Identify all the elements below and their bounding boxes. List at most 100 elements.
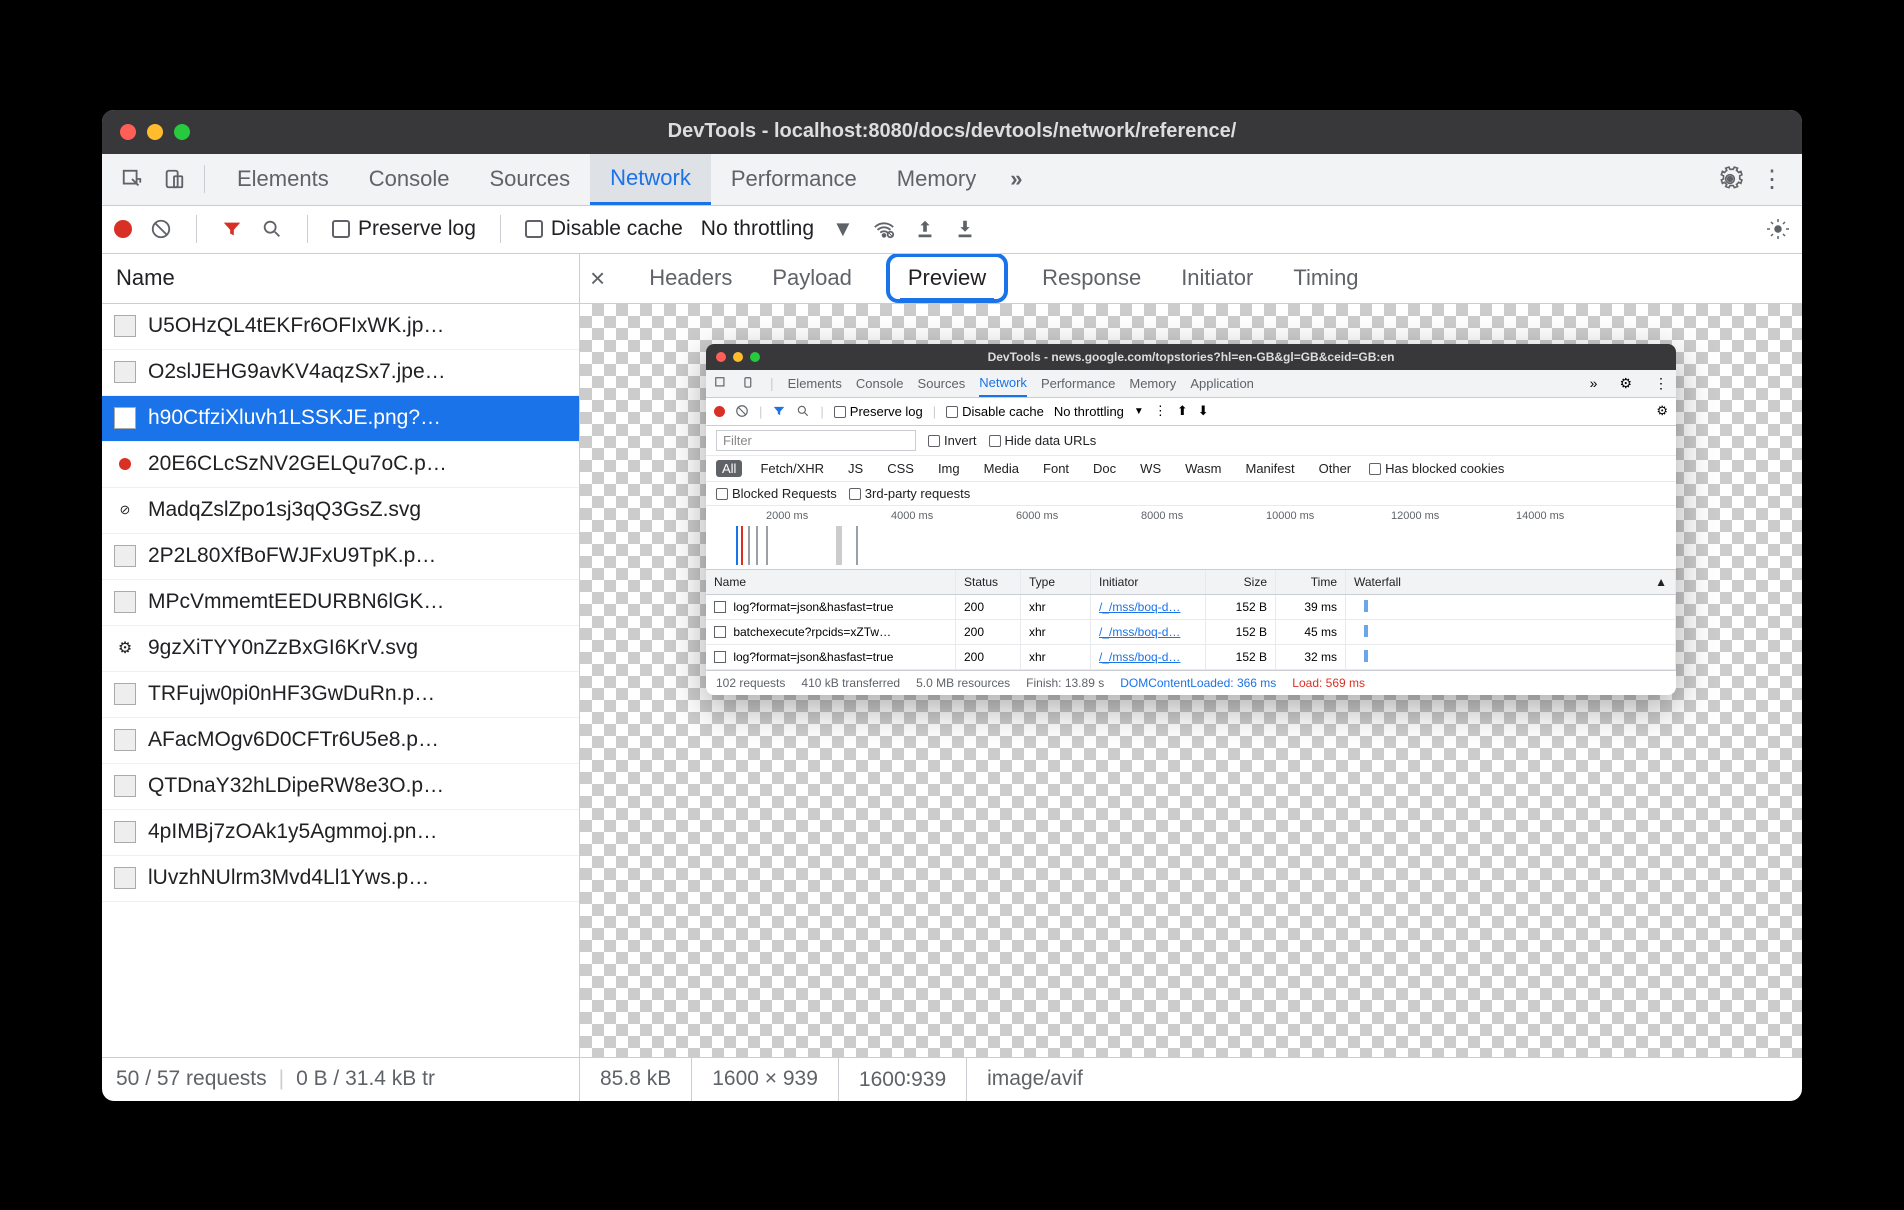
inner-tab-performance: Performance [1041, 369, 1115, 397]
inner-tab-sources: Sources [918, 369, 966, 397]
filter-type-all: All [716, 460, 742, 477]
inner-filter-icon [772, 404, 786, 418]
request-row[interactable]: ⊘MadqZslZpo1sj3qQ3GsZ.svg [102, 488, 579, 534]
name-column-header[interactable]: Name [102, 254, 579, 304]
close-detail-icon[interactable]: × [590, 263, 605, 294]
request-row[interactable]: h90CtfziXluvh1LSSKJE.png?… [102, 396, 579, 442]
inner-filter-input: Filter [716, 430, 916, 451]
detail-tab-payload[interactable]: Payload [766, 254, 858, 304]
panel-tabs: ElementsConsoleSourcesNetworkPerformance… [217, 153, 996, 205]
inner-disable-cache: Disable cache [946, 404, 1044, 419]
detail-tab-timing[interactable]: Timing [1287, 254, 1364, 304]
detail-tab-initiator[interactable]: Initiator [1175, 254, 1259, 304]
throttling-dropdown-icon[interactable]: ▼ [832, 216, 854, 242]
inner-summary-load: Load: 569 ms [1292, 676, 1365, 690]
inner-summary-finish: Finish: 13.89 s [1026, 676, 1104, 690]
preserve-log-checkbox[interactable]: Preserve log [332, 217, 476, 241]
main-body: Name U5OHzQL4tEKFr6OFIxWK.jp…O2slJEHG9av… [102, 254, 1802, 1057]
inner-search-icon [796, 404, 810, 418]
devtools-window: DevTools - localhost:8080/docs/devtools/… [102, 110, 1802, 1101]
request-list-panel: Name U5OHzQL4tEKFr6OFIxWK.jp…O2slJEHG9av… [102, 254, 580, 1057]
more-tabs-icon[interactable]: » [1002, 153, 1030, 205]
detail-tab-response[interactable]: Response [1036, 254, 1147, 304]
tab-performance[interactable]: Performance [711, 153, 877, 205]
file-type-icon [114, 867, 136, 889]
settings-gear-icon[interactable] [1712, 161, 1748, 197]
inner-col-status: Status [956, 570, 1021, 594]
inner-request-row: batchexecute?rpcids=xZTw…200xhr/_/mss/bo… [706, 620, 1676, 645]
throttling-select[interactable]: No throttling [701, 217, 814, 241]
filter-type-css: CSS [881, 460, 920, 477]
filter-type-img: Img [932, 460, 966, 477]
waterfall-tick: 4000 ms [891, 510, 933, 522]
filter-type-js: JS [842, 460, 869, 477]
request-row[interactable]: lUvzhNUlrm3Mvd4Ll1Yws.p… [102, 856, 579, 902]
titlebar: DevTools - localhost:8080/docs/devtools/… [102, 110, 1802, 154]
network-conditions-icon[interactable] [872, 218, 896, 240]
close-window-icon[interactable] [120, 124, 136, 140]
inner-col-name: Name [706, 570, 956, 594]
upload-har-icon[interactable] [914, 218, 936, 240]
inner-col-initiator: Initiator [1091, 570, 1206, 594]
request-row[interactable]: AFacMOgv6D0CFTr6U5e8.p… [102, 718, 579, 764]
preserve-log-label: Preserve log [358, 217, 476, 240]
file-type-icon [114, 453, 136, 475]
tab-memory[interactable]: Memory [877, 153, 996, 205]
detail-tabs: × Headers Payload Preview Response Initiator… [580, 254, 1802, 304]
detail-tab-preview[interactable]: Preview [886, 254, 1008, 304]
file-type-icon [114, 683, 136, 705]
search-icon[interactable] [261, 218, 283, 240]
request-row[interactable]: 20E6CLcSzNV2GELQu7oC.p… [102, 442, 579, 488]
inspect-element-icon[interactable] [114, 161, 150, 197]
preview-image: DevTools - news.google.com/topstories?hl… [706, 344, 1676, 695]
filter-icon[interactable] [221, 218, 243, 240]
network-settings-gear-icon[interactable] [1766, 217, 1790, 241]
request-row[interactable]: 4pIMBj7zOAk1y5Agmmoj.pn… [102, 810, 579, 856]
waterfall-tick: 10000 ms [1266, 510, 1314, 522]
request-name: 4pIMBj7zOAk1y5Agmmoj.pn… [148, 820, 437, 844]
inner-upload-icon: ⬆ [1177, 403, 1188, 419]
inner-download-icon: ⬇ [1198, 403, 1209, 419]
file-type-icon [114, 361, 136, 383]
tab-network[interactable]: Network [590, 153, 711, 205]
disable-cache-label: Disable cache [551, 217, 683, 240]
filter-type-wasm: Wasm [1179, 460, 1227, 477]
minimize-window-icon[interactable] [147, 124, 163, 140]
tab-sources[interactable]: Sources [469, 153, 590, 205]
inner-table-header: NameStatusTypeInitiatorSizeTimeWaterfall… [706, 570, 1676, 595]
clear-icon[interactable] [150, 218, 172, 240]
throttling-value: No throttling [701, 217, 814, 240]
inner-blocked-label: Blocked Requests [732, 486, 837, 501]
request-row[interactable]: QTDnaY32hLDipeRW8e3O.p… [102, 764, 579, 810]
inner-summary-requests: 102 requests [716, 676, 785, 690]
filter-type-doc: Doc [1087, 460, 1122, 477]
inner-clear-icon [735, 404, 749, 418]
inner-summary-resources: 5.0 MB resources [916, 676, 1010, 690]
request-name: h90CtfziXluvh1LSSKJE.png?… [148, 406, 441, 430]
request-name: AFacMOgv6D0CFTr6U5e8.p… [148, 728, 439, 752]
request-row[interactable]: O2slJEHG9avKV4aqzSx7.jpe… [102, 350, 579, 396]
inner-minimize-icon [733, 352, 743, 362]
tab-console[interactable]: Console [349, 153, 470, 205]
waterfall-tick: 8000 ms [1141, 510, 1183, 522]
filter-type-media: Media [978, 460, 1025, 477]
detail-tab-headers[interactable]: Headers [643, 254, 738, 304]
zoom-window-icon[interactable] [174, 124, 190, 140]
device-toolbar-icon[interactable] [156, 161, 192, 197]
inner-hide-urls-label: Hide data URLs [1005, 433, 1097, 448]
inner-window-title: DevTools - news.google.com/topstories?hl… [988, 350, 1395, 364]
request-row[interactable]: TRFujw0pi0nHF3GwDuRn.p… [102, 672, 579, 718]
tab-elements[interactable]: Elements [217, 153, 349, 205]
request-row[interactable]: MPcVmmemtEEDURBN6lGK… [102, 580, 579, 626]
request-row[interactable]: ⚙9gzXiTYY0nZzBxGI6KrV.svg [102, 626, 579, 672]
request-row[interactable]: U5OHzQL4tEKFr6OFIxWK.jp… [102, 304, 579, 350]
request-name: MPcVmmemtEEDURBN6lGK… [148, 590, 444, 614]
request-row[interactable]: 2P2L80XfBoFWJFxU9TpK.p… [102, 534, 579, 580]
filter-type-other: Other [1313, 460, 1358, 477]
request-name: QTDnaY32hLDipeRW8e3O.p… [148, 774, 444, 798]
download-har-icon[interactable] [954, 218, 976, 240]
record-button-icon[interactable] [114, 220, 132, 238]
disable-cache-checkbox[interactable]: Disable cache [525, 217, 683, 241]
detail-panel: × Headers Payload Preview Response Initiator… [580, 254, 1802, 1057]
kebab-menu-icon[interactable]: ⋮ [1754, 161, 1790, 197]
